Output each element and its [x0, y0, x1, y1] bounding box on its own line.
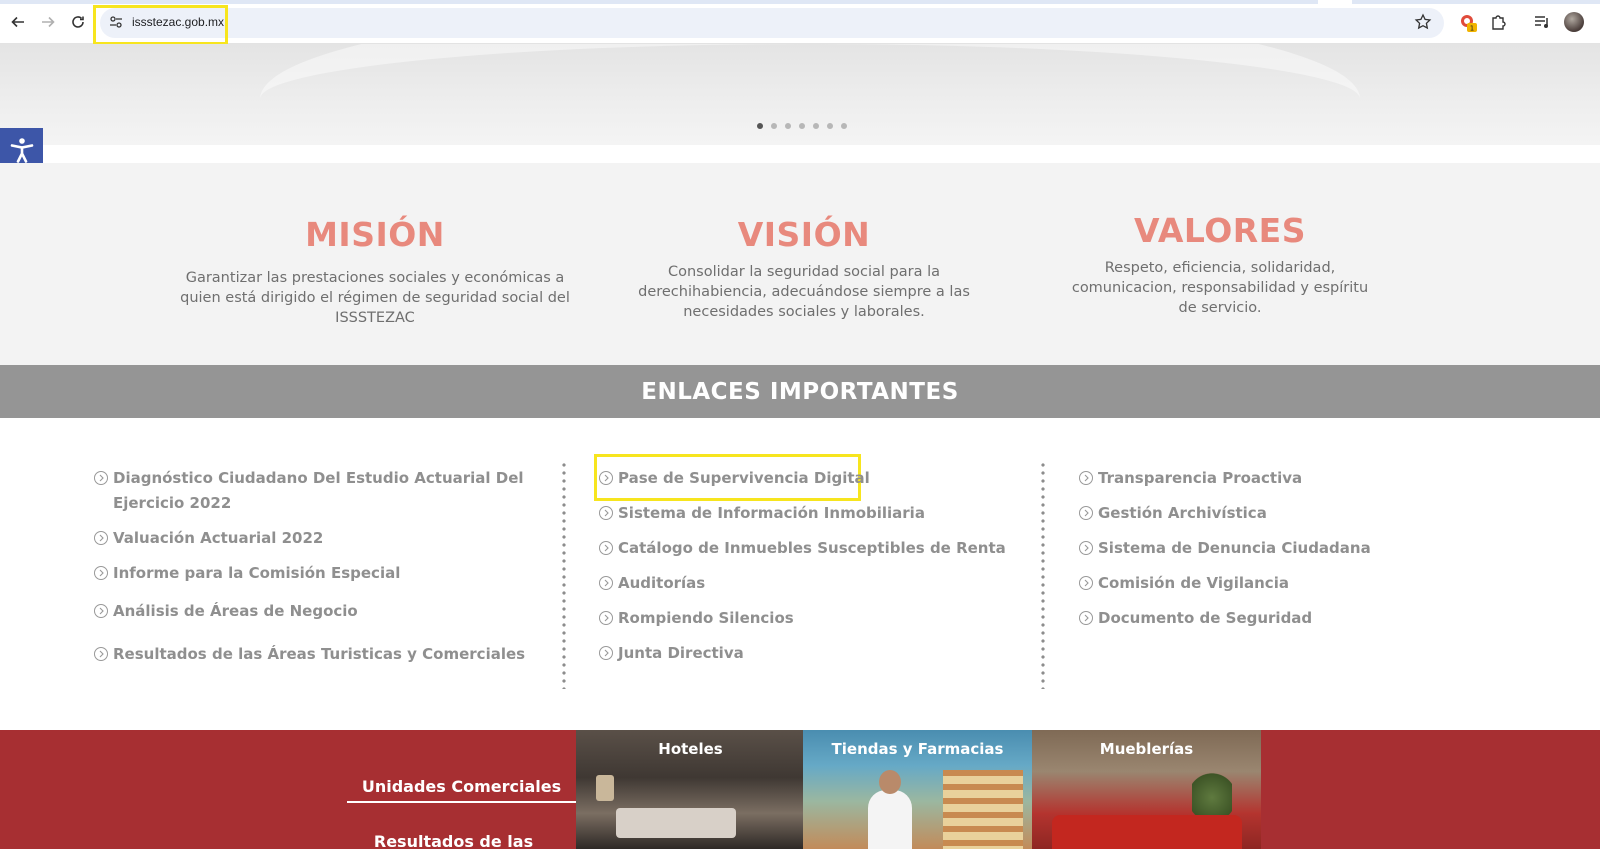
values-text: Respeto, eficiencia, solidaridad, comuni… [1071, 260, 1369, 316]
profile-avatar[interactable] [1564, 12, 1584, 32]
link-comision-vigilancia[interactable]: Comisión de Vigilancia [1078, 571, 1289, 596]
tab-strip [0, 0, 1600, 4]
link-rompiendo-silencios[interactable]: Rompiendo Silencios [598, 606, 794, 631]
mission-text: Garantizar las prestaciones sociales y e… [180, 270, 570, 326]
forward-arrow-icon [42, 16, 55, 28]
link-sistema-informacion[interactable]: Sistema de Información Inmobiliaria [598, 501, 925, 526]
reload-button[interactable] [66, 10, 90, 34]
values-block: VALORES Respeto, eficiencia, solidaridad… [1062, 211, 1378, 318]
slider-dot-3[interactable] [785, 123, 791, 129]
chevron-circle-icon [94, 647, 108, 661]
resultados-tab[interactable]: Resultados de las [347, 832, 560, 851]
tile-label: Mueblerías [1099, 740, 1194, 758]
svg-text:1: 1 [1470, 25, 1474, 33]
link-label: Rompiendo Silencios [618, 609, 794, 627]
link-informe-comision[interactable]: Informe para la Comisión Especial [93, 561, 400, 586]
link-gestion-archivistica[interactable]: Gestión Archivística [1078, 501, 1267, 526]
media-controls-icon[interactable] [1532, 12, 1552, 32]
slider-dot-6[interactable] [827, 123, 833, 129]
address-bar[interactable] [100, 8, 1444, 38]
link-label: Análisis de Áreas de Negocio [113, 602, 358, 620]
accessibility-icon [10, 138, 33, 163]
slider-dot-5[interactable] [813, 123, 819, 129]
reload-icon [72, 16, 84, 28]
active-tab-underline [347, 801, 576, 803]
chevron-circle-icon [94, 471, 108, 485]
forward-button[interactable] [36, 10, 60, 34]
mission-vision-values-section: MISIÓN Garantizar las prestaciones socia… [0, 163, 1600, 365]
link-label: Catálogo de Inmuebles Susceptibles de Re… [618, 539, 1006, 557]
tile-tiendas-farmacias[interactable]: Tiendas y Farmacias [803, 730, 1032, 849]
browser-toolbar: issstezac.gob.mx 1 [0, 0, 1600, 45]
link-label: Informe para la Comisión Especial [113, 564, 401, 582]
enlaces-heading-bar: ENLACES IMPORTANTES [0, 365, 1600, 418]
link-valuacion-actuarial[interactable]: Valuación Actuarial 2022 [93, 526, 323, 551]
values-title: VALORES [1134, 211, 1306, 250]
back-arrow-icon [11, 16, 24, 28]
link-label: Gestión Archivística [1098, 504, 1267, 522]
link-label: Sistema de Denuncia Ciudadana [1098, 539, 1371, 557]
link-label: Diagnóstico Ciudadano Del Estudio Actuar… [113, 469, 524, 512]
link-denuncia-ciudadana[interactable]: Sistema de Denuncia Ciudadana [1078, 536, 1371, 561]
unidades-comerciales-tab[interactable]: Unidades Comerciales [347, 777, 576, 796]
link-analisis-areas[interactable]: Análisis de Áreas de Negocio [93, 599, 358, 624]
chevron-circle-icon [1079, 576, 1093, 590]
chevron-circle-icon [599, 541, 613, 555]
link-documento-seguridad[interactable]: Documento de Seguridad [1078, 606, 1312, 631]
tile-label: Hoteles [658, 740, 723, 758]
chevron-circle-icon [599, 611, 613, 625]
bookmark-star-icon[interactable] [1414, 13, 1432, 31]
slider-dot-4[interactable] [799, 123, 805, 129]
link-label: Pase de Supervivencia Digital [618, 469, 870, 487]
link-resultados-areas[interactable]: Resultados de las Áreas Turisticas y Com… [93, 642, 525, 667]
link-label: Sistema de Información Inmobiliaria [618, 504, 925, 522]
chevron-circle-icon [599, 646, 613, 660]
link-transparencia[interactable]: Transparencia Proactiva [1078, 466, 1302, 491]
column-divider [1041, 461, 1045, 689]
extensions-puzzle-icon[interactable] [1489, 12, 1509, 32]
chevron-circle-icon [1079, 471, 1093, 485]
extension-badge-icon[interactable]: 1 [1458, 12, 1478, 32]
link-label: Auditorías [618, 574, 706, 592]
link-label: Documento de Seguridad [1098, 609, 1313, 627]
url-highlight-box [93, 5, 228, 45]
vision-title: VISIÓN [737, 215, 871, 254]
chevron-circle-icon [599, 471, 613, 485]
vision-block: VISIÓN Consolidar la seguridad social pa… [602, 215, 1006, 322]
chevron-circle-icon [94, 604, 108, 618]
link-label: Comisión de Vigilancia [1098, 574, 1289, 592]
mission-title: MISIÓN [305, 215, 445, 254]
chevron-circle-icon [1079, 506, 1093, 520]
link-label: Resultados de las Áreas Turisticas y Com… [113, 645, 526, 663]
column-divider [562, 461, 566, 689]
link-junta-directiva[interactable]: Junta Directiva [598, 641, 744, 666]
slider-dot-7[interactable] [841, 123, 847, 129]
link-catalogo-inmuebles[interactable]: Catálogo de Inmuebles Susceptibles de Re… [598, 536, 1006, 561]
mission-block: MISIÓN Garantizar las prestaciones socia… [180, 215, 570, 328]
tile-label: Tiendas y Farmacias [831, 740, 1004, 758]
chevron-circle-icon [599, 576, 613, 590]
chevron-circle-icon [599, 506, 613, 520]
slider-dots [757, 123, 847, 129]
chevron-circle-icon [94, 566, 108, 580]
link-label: Valuación Actuarial 2022 [113, 529, 324, 547]
link-label: Junta Directiva [618, 644, 744, 662]
slider-dot-2[interactable] [771, 123, 777, 129]
vision-text: Consolidar la seguridad social para la d… [638, 264, 970, 320]
link-auditorias[interactable]: Auditorías [598, 571, 705, 596]
enlaces-heading: ENLACES IMPORTANTES [641, 378, 959, 405]
slider-dot-1[interactable] [757, 123, 763, 129]
chevron-circle-icon [1079, 541, 1093, 555]
link-diagnostico-ciudadano[interactable]: Diagnóstico Ciudadano Del Estudio Actuar… [93, 466, 553, 516]
link-label: Transparencia Proactiva [1098, 469, 1303, 487]
chevron-circle-icon [1079, 611, 1093, 625]
link-pase-supervivencia[interactable]: Pase de Supervivencia Digital [598, 466, 870, 491]
tile-mueblerias[interactable]: Mueblerías [1032, 730, 1261, 849]
chevron-circle-icon [94, 531, 108, 545]
tile-hoteles[interactable]: Hoteles [576, 730, 805, 849]
hero-slider [0, 44, 1600, 145]
back-button[interactable] [6, 10, 30, 34]
